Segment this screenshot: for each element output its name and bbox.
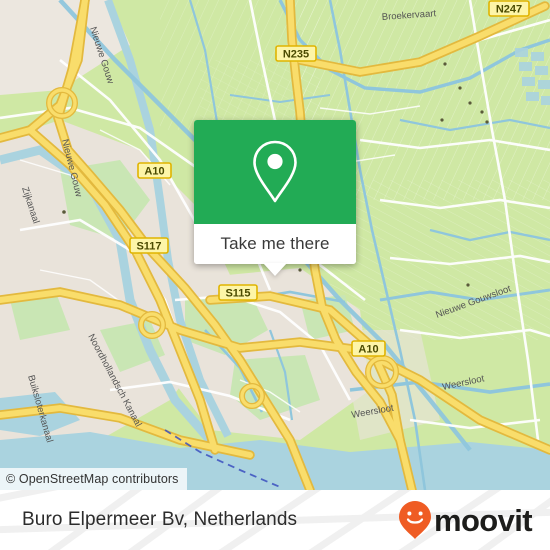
- map-pin-icon: [253, 140, 297, 203]
- take-me-there-label: Take me there: [220, 234, 330, 253]
- place-title: Buro Elpermeer Bv, Netherlands: [22, 509, 298, 530]
- moovit-pin-smiley-icon: [398, 501, 431, 539]
- screenshot-root: Broekervaart Nieuwe Gouw Nieuwe Gouw Zij…: [0, 0, 550, 550]
- take-me-there-callout[interactable]: Take me there: [194, 120, 356, 276]
- footer-bar: Buro Elpermeer Bv, Netherlands moovit: [0, 490, 550, 550]
- callout-icon-panel: [194, 120, 356, 224]
- road-shield: A10: [137, 162, 172, 179]
- road-shield: S115: [218, 284, 258, 301]
- road-shield-label: N247: [496, 4, 522, 16]
- osm-attribution-text: © OpenStreetMap contributors: [6, 472, 179, 486]
- road-shield: A10: [351, 340, 386, 357]
- road-shield-label: N235: [283, 49, 309, 61]
- moovit-logo[interactable]: moovit: [398, 500, 533, 540]
- road-shield: N235: [275, 45, 317, 62]
- road-shield-label: A10: [144, 166, 164, 178]
- road-shield: N247: [488, 0, 530, 17]
- osm-attribution[interactable]: © OpenStreetMap contributors: [0, 468, 187, 490]
- moovit-wordmark: moovit: [433, 502, 533, 538]
- callout-action-panel[interactable]: Take me there: [194, 224, 356, 276]
- road-shield: S117: [129, 237, 169, 254]
- callout-pointer: [263, 263, 287, 276]
- road-shield-label: S117: [136, 241, 161, 253]
- road-shield-label: S115: [225, 288, 250, 300]
- road-shield-label: A10: [358, 344, 378, 356]
